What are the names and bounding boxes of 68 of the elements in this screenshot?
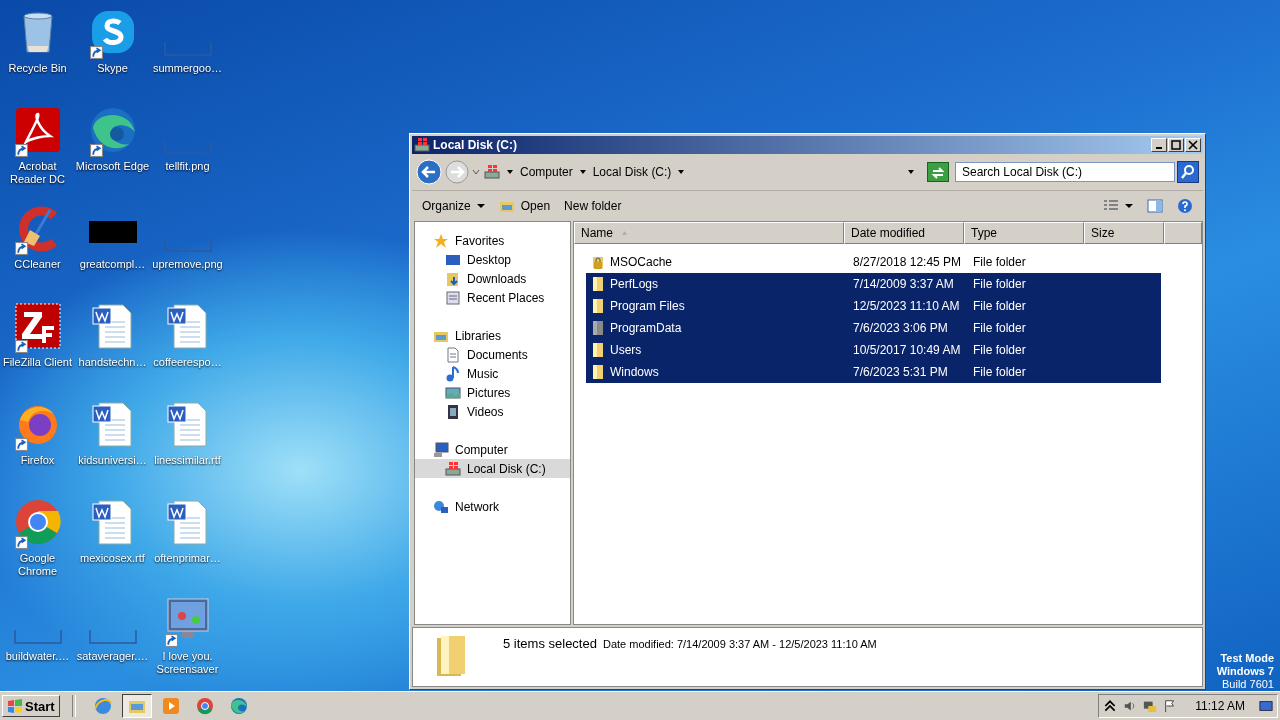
toolbar-button[interactable]: New folder	[560, 196, 626, 216]
date-range-text: Date modified: 7/14/2009 3:37 AM - 12/5/2023 11:10 AM	[602, 638, 877, 650]
desktop-icon-label[interactable]: Microsoft Edge	[75, 160, 150, 173]
file-name: Windows	[610, 365, 659, 379]
file-row[interactable]: MSOCache 8/27/2018 12:45 PM File folder	[586, 251, 1161, 273]
desktop-icon-label[interactable]: Google Chrome	[0, 552, 75, 578]
type-cell-text: File folder	[973, 255, 1027, 269]
file-row[interactable]: ProgramData 7/6/2023 3:06 PM File folder	[586, 317, 1161, 339]
breadcrumb-item[interactable]: Local Disk (C:)	[592, 165, 672, 179]
address-bar[interactable]: Computer Local Disk (C:)	[482, 161, 921, 183]
desktop-icon-label[interactable]: greatcompl…	[75, 258, 150, 271]
test-mode-text: Build 7601	[1222, 678, 1274, 691]
desktop-icon-label[interactable]: upremove.png	[150, 258, 225, 271]
file-row[interactable]: PerfLogs 7/14/2009 3:37 AM File folder	[586, 273, 1161, 295]
desktop-icon-label[interactable]: summergoo…	[150, 62, 225, 75]
window-title: Local Disk (C:)	[433, 138, 517, 152]
nav-item[interactable]: Videos	[415, 402, 570, 421]
nav-item[interactable]: Favorites	[415, 231, 570, 250]
column-header[interactable]: Size	[1084, 222, 1164, 244]
type-cell-text: File folder	[973, 277, 1027, 291]
file-row[interactable]: Users 10/5/2017 10:49 AM File folder	[586, 339, 1161, 361]
file-row[interactable]: Windows 7/6/2023 5:31 PM File folder	[586, 361, 1161, 383]
test-mode-text: Windows 7	[1216, 665, 1274, 678]
file-row[interactable]: Program Files 12/5/2023 11:10 AM File folder	[586, 295, 1161, 317]
breadcrumb-item[interactable]: Computer	[520, 165, 573, 179]
file-name: PerfLogs	[610, 277, 659, 291]
nav-item[interactable]: Computer	[415, 440, 570, 459]
test-mode-text: Test Mode	[1220, 652, 1274, 665]
organize-menu-button[interactable]: Organize	[418, 196, 489, 216]
desktop-icon-label[interactable]: Skype	[75, 62, 150, 75]
nav-item[interactable]: Pictures	[415, 383, 570, 402]
desktop-icon-label[interactable]: buildwater.…	[0, 650, 75, 663]
column-header[interactable]: Type	[964, 222, 1084, 244]
type-cell-text: File folder	[973, 365, 1027, 379]
nav-item[interactable]: Downloads	[415, 269, 570, 288]
column-header[interactable]: Name	[574, 222, 844, 244]
date-cell-text: 7/6/2023 5:31 PM	[853, 365, 949, 379]
date-cell-text: 7/14/2009 3:37 AM	[853, 277, 955, 291]
date-cell-text: 8/27/2018 12:45 PM	[853, 255, 963, 269]
file-name: Program Files	[610, 299, 685, 313]
search-field[interactable]: Search Local Disk (C:)	[955, 162, 1175, 182]
file-name: MSOCache	[610, 255, 673, 269]
type-cell-text: File folder	[973, 343, 1027, 357]
selection-summary: 5 items selected	[503, 636, 597, 651]
desktop-icon-label[interactable]: Acrobat Reader DC	[0, 160, 75, 186]
nav-item[interactable]: Network	[415, 497, 570, 516]
nav-item[interactable]: Desktop	[415, 250, 570, 269]
nav-item[interactable]: Music	[415, 364, 570, 383]
nav-item[interactable]: Local Disk (C:)	[415, 459, 570, 478]
file-name: Users	[610, 343, 642, 357]
file-name: ProgramData	[610, 321, 682, 335]
column-header[interactable]: Date modified	[844, 222, 964, 244]
nav-item[interactable]: Documents	[415, 345, 570, 364]
nav-item[interactable]: Libraries	[415, 326, 570, 345]
desktop-icon-label[interactable]: FileZilla Client	[0, 356, 75, 369]
desktop-icon-label[interactable]: Firefox	[0, 454, 75, 467]
nav-item[interactable]: Recent Places	[415, 288, 570, 307]
date-cell-text: 10/5/2017 10:49 AM	[853, 343, 962, 357]
desktop-icon-label[interactable]: Recycle Bin	[0, 62, 75, 75]
date-cell-text: 7/6/2023 3:06 PM	[853, 321, 949, 335]
toolbar-button[interactable]: Open	[494, 195, 555, 217]
type-cell-text: File folder	[973, 299, 1027, 313]
clock[interactable]: 11:12 AM	[1195, 699, 1245, 713]
type-cell-text: File folder	[973, 321, 1027, 335]
date-cell-text: 12/5/2023 11:10 AM	[853, 299, 961, 313]
desktop-icon-label[interactable]: tellfit.png	[150, 160, 225, 173]
start-button[interactable]: Start	[2, 695, 60, 717]
desktop-icon-label[interactable]: CCleaner	[0, 258, 75, 271]
